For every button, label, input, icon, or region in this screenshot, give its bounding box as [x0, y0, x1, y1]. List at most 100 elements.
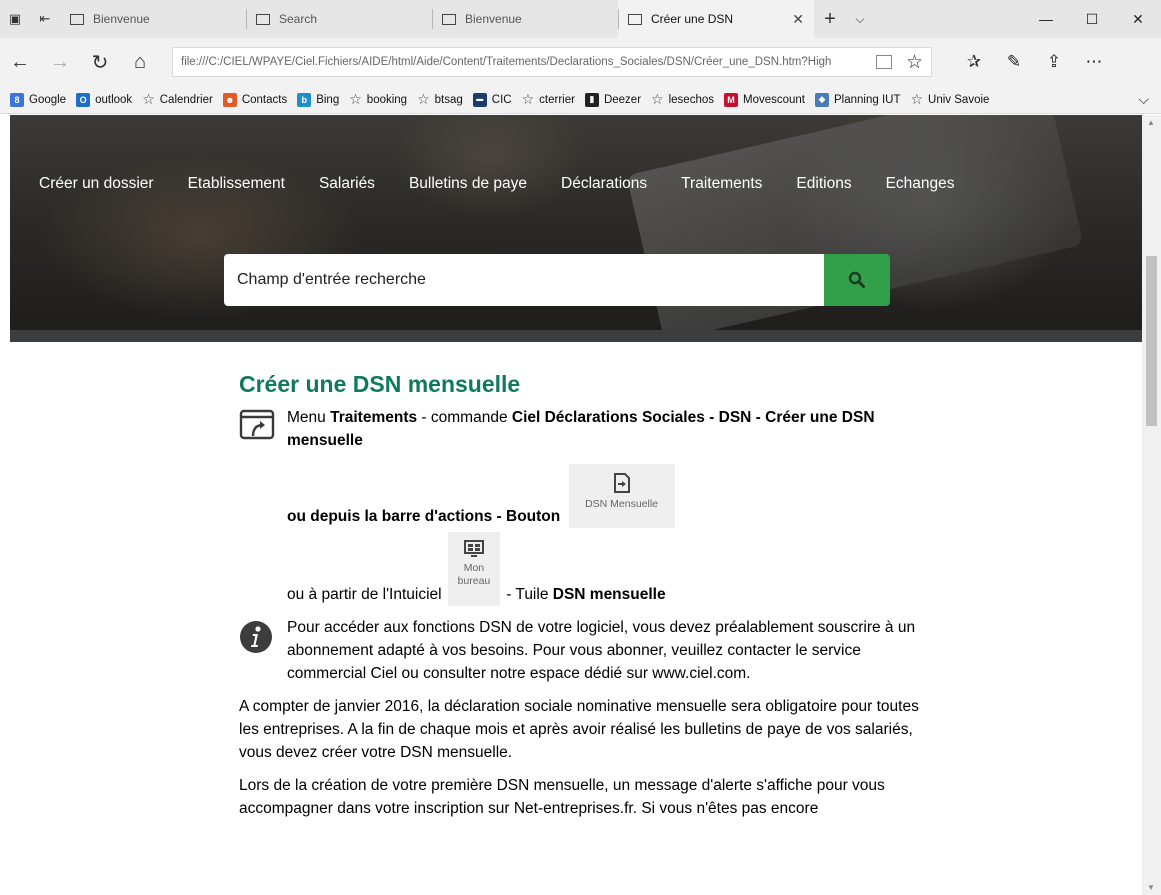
- tab-bienvenue-2[interactable]: Bienvenue: [432, 0, 618, 38]
- favorites-chevron-icon[interactable]: ⌵: [1138, 91, 1149, 108]
- menu-editions[interactable]: Editions: [796, 175, 851, 193]
- url-field[interactable]: file:///C:/CIEL/WPAYE/Ciel.Fichiers/AIDE…: [172, 47, 932, 77]
- new-tab-button[interactable]: +: [814, 0, 846, 38]
- info-text: Pour accéder aux fonctions DSN de votre …: [287, 619, 916, 682]
- menu-traitements[interactable]: Traitements: [681, 175, 762, 193]
- menu-etablissement[interactable]: Etablissement: [188, 175, 285, 193]
- favorite-contacts[interactable]: ☻ Contacts: [222, 92, 287, 107]
- info-note: Pour accéder aux fonctions DSN de votre …: [239, 616, 919, 685]
- tab-title: Créer une DSN: [651, 12, 734, 26]
- deezer-icon: ▮: [584, 92, 599, 107]
- tab-bar: ▣ ⇤ Bienvenue Search Bienvenue Créer une…: [0, 0, 1161, 38]
- movescount-icon: M: [723, 92, 738, 107]
- star-icon: ☆: [349, 91, 362, 107]
- instruction-line-2: ou depuis la barre d'actions - Bouton DS…: [287, 464, 919, 528]
- page-viewport: Créer un dossier Etablissement Salariés …: [10, 115, 1142, 895]
- cic-icon: ▬: [472, 92, 487, 107]
- menu-creer-un-dossier[interactable]: Créer un dossier: [39, 175, 154, 193]
- favorite-star-icon[interactable]: ☆: [906, 51, 923, 74]
- top-menu: Créer un dossier Etablissement Salariés …: [39, 175, 989, 193]
- paragraph-1: A compter de janvier 2016, la déclaratio…: [239, 698, 919, 761]
- url-text: file:///C:/CIEL/WPAYE/Ciel.Fichiers/AIDE…: [181, 56, 832, 68]
- search-box: Champ d'entrée recherche: [224, 254, 890, 306]
- info-icon: [240, 621, 272, 653]
- export-icon: [613, 473, 630, 493]
- mon-bureau-label: Mon bureau: [457, 562, 491, 587]
- favorite-cterrier[interactable]: ☆ cterrier: [522, 91, 575, 108]
- favorite-cic[interactable]: ▬ CIC: [472, 92, 512, 107]
- favorite-outlook[interactable]: Ooutlook: [76, 92, 132, 107]
- menu-echanges[interactable]: Echanges: [886, 175, 955, 193]
- page-scrollbar[interactable]: ▲ ▼: [1142, 115, 1161, 895]
- favorite-univ-savoie[interactable]: ☆ Univ Savoie: [910, 91, 989, 108]
- favorites-bar: 8 Google Ooutlook ☆ Calendrier ☻ Contacts b…: [0, 86, 1161, 114]
- tab-title: Bienvenue: [465, 12, 522, 26]
- page-icon: [70, 13, 84, 25]
- more-icon[interactable]: ⋯: [1074, 52, 1114, 72]
- share-icon[interactable]: ⇪: [1034, 52, 1074, 72]
- nav-instructions: Menu Traitements - commande Ciel Déclara…: [239, 406, 919, 606]
- home-button[interactable]: ⌂: [120, 51, 160, 74]
- favorite-calendrier[interactable]: ☆ Calendrier: [142, 91, 213, 108]
- dsn-mensuelle-button[interactable]: DSN Mensuelle: [568, 464, 675, 528]
- back-button[interactable]: ←: [0, 51, 40, 74]
- tab-creer-une-dsn[interactable]: Créer une DSN ✕: [618, 0, 814, 38]
- outlook-icon: O: [76, 92, 91, 107]
- menu-bulletins-de-paye[interactable]: Bulletins de paye: [409, 175, 527, 193]
- favorites-hub-icon[interactable]: ✰: [954, 52, 994, 72]
- instruction-line-3: ou à partir de l'Intuiciel Mon bureau - …: [287, 532, 919, 606]
- tab-bienvenue-1[interactable]: Bienvenue: [60, 0, 246, 38]
- forward-button[interactable]: →: [40, 51, 80, 74]
- close-window-button[interactable]: ✕: [1115, 0, 1161, 38]
- paragraph-2: Lors de la création de votre première DS…: [239, 777, 885, 817]
- favorite-btsag[interactable]: ☆ btsag: [417, 91, 463, 108]
- scroll-down-arrow-icon[interactable]: ▼: [1147, 883, 1155, 892]
- banner-divider: [10, 330, 1142, 342]
- dsn-mensuelle-label: DSN Mensuelle: [585, 498, 659, 510]
- page-title: Créer une DSN mensuelle: [239, 371, 521, 397]
- refresh-button[interactable]: ↻: [80, 50, 120, 75]
- bing-icon: b: [297, 92, 312, 107]
- favorite-planning-iut[interactable]: ◆ Planning IUT: [815, 92, 900, 107]
- page-icon: [256, 13, 270, 25]
- minimize-button[interactable]: —: [1023, 0, 1069, 38]
- web-note-icon[interactable]: ✎: [994, 52, 1034, 72]
- contacts-icon: ☻: [222, 92, 237, 107]
- tab-title: Search: [279, 12, 318, 26]
- menu-declarations[interactable]: Déclarations: [561, 175, 647, 193]
- star-icon: ☆: [142, 91, 155, 107]
- reading-view-icon[interactable]: [875, 55, 892, 69]
- search-button[interactable]: [824, 254, 890, 306]
- planning-icon: ◆: [815, 92, 829, 107]
- scrollbar-thumb[interactable]: [1146, 256, 1157, 426]
- close-tab-icon[interactable]: ✕: [792, 11, 804, 28]
- star-icon: ☆: [521, 91, 535, 107]
- star-icon: ☆: [651, 91, 664, 107]
- instruction-line-1: Menu Traitements - commande Ciel Déclara…: [287, 409, 875, 449]
- chevron-down-icon[interactable]: ⌵: [846, 0, 874, 38]
- hero-banner: Créer un dossier Etablissement Salariés …: [10, 115, 1142, 342]
- address-bar: ← → ↻ ⌂ file:///C:/CIEL/WPAYE/Ciel.Fichi…: [0, 38, 1161, 86]
- search-icon: [848, 271, 865, 288]
- tab-title: Bienvenue: [93, 12, 150, 26]
- favorite-deezer[interactable]: ▮ Deezer: [584, 92, 641, 107]
- menu-salaries[interactable]: Salariés: [319, 175, 375, 193]
- favorite-lesechos[interactable]: ☆ lesechos: [651, 91, 714, 108]
- scroll-up-arrow-icon[interactable]: ▲: [1147, 118, 1155, 127]
- set-aside-tabs-icon[interactable]: ⇤: [30, 0, 60, 38]
- star-icon: ☆: [910, 91, 924, 107]
- favorite-bing[interactable]: b Bing: [297, 92, 339, 107]
- maximize-button[interactable]: ☐: [1069, 0, 1115, 38]
- favorite-movescount[interactable]: M Movescount: [723, 92, 805, 107]
- hero-photo: [626, 115, 1084, 342]
- article-content: Créer une DSN mensuelle Menu Traitements…: [239, 370, 919, 820]
- page-icon: [442, 13, 456, 25]
- tab-preview-icon[interactable]: ▣: [0, 0, 30, 38]
- menu-window-icon: [239, 409, 275, 440]
- search-input[interactable]: Champ d'entrée recherche: [224, 254, 824, 306]
- favorite-booking[interactable]: ☆ booking: [349, 91, 407, 108]
- star-icon: ☆: [417, 91, 430, 107]
- tab-search[interactable]: Search: [246, 0, 432, 38]
- favorite-google[interactable]: 8 Google: [10, 92, 66, 107]
- mon-bureau-tile[interactable]: Mon bureau: [447, 532, 500, 606]
